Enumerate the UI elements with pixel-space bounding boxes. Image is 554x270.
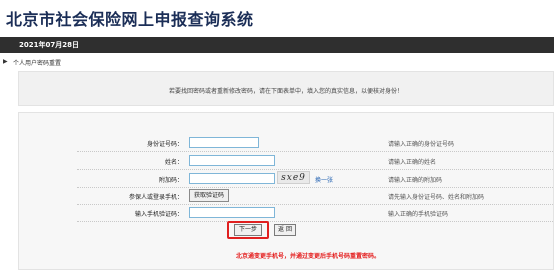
get-sms-code-button[interactable]: 获取验证码	[189, 189, 230, 202]
name-hint: 请输入正确的姓名	[388, 159, 437, 166]
refresh-captcha-link[interactable]: 换一张	[315, 175, 333, 184]
current-date: 2021年07月28日	[19, 41, 79, 49]
row-captcha: 附加码： sxe9 换一张 请输入正确的附加码	[77, 170, 554, 188]
sms-code-label: 输入手机验证码：	[134, 211, 183, 218]
captcha-label: 附加码：	[158, 177, 183, 184]
name-input[interactable]	[189, 155, 275, 166]
notice-text: 若要找回密码或者重新修改密码，请在下面表单中，填入您的真实信息，以便核对身份！	[168, 88, 403, 95]
id-number-hint: 请输入正确的身份证号码	[388, 141, 455, 148]
captcha-image: sxe9	[277, 171, 310, 184]
row-phone: 参保人或登录手机： 获取验证码 请先输入身份证号码、姓名和附加码	[77, 187, 554, 205]
captcha-hint: 请输入正确的附加码	[388, 177, 443, 184]
notice-box: 若要找回密码或者重新修改密码，请在下面表单中，填入您的真实信息，以便核对身份！	[18, 71, 554, 106]
form-panel: 身份证号码： 请输入正确的身份证号码 姓名： 请输入正确的姓名 附加码： sxe…	[18, 112, 554, 270]
next-button[interactable]: 下一步	[234, 224, 262, 236]
captcha-input[interactable]	[189, 173, 275, 184]
next-button-highlight: 下一步	[227, 221, 269, 239]
warning-text: 北京通变更手机号，并通过变更后手机号码重置密码。	[236, 253, 381, 260]
id-number-input[interactable]	[189, 137, 259, 148]
row-id-number: 身份证号码： 请输入正确的身份证号码	[77, 134, 554, 152]
phone-label: 参保人或登录手机：	[128, 194, 183, 201]
site-title: 北京市社会保险网上申报查询系统	[6, 10, 254, 29]
name-label: 姓名：	[164, 159, 183, 166]
header: 北京市社会保险网上申报查询系统	[0, 0, 554, 37]
row-sms-code: 输入手机验证码： 输入正确的手机验证码	[77, 204, 554, 222]
sms-code-input[interactable]	[189, 207, 275, 218]
id-number-label: 身份证号码：	[146, 141, 183, 148]
date-bar: 2021年07月28日	[0, 37, 554, 53]
row-name: 姓名： 请输入正确的姓名	[77, 152, 554, 170]
breadcrumb-text: 个人用户密码重置	[13, 60, 62, 67]
triangle-right-icon: ▶	[3, 58, 8, 65]
sms-code-hint: 输入正确的手机验证码	[388, 211, 449, 218]
back-button[interactable]: 返 回	[274, 224, 296, 236]
phone-hint: 请先输入身份证号码、姓名和附加码	[388, 194, 485, 201]
